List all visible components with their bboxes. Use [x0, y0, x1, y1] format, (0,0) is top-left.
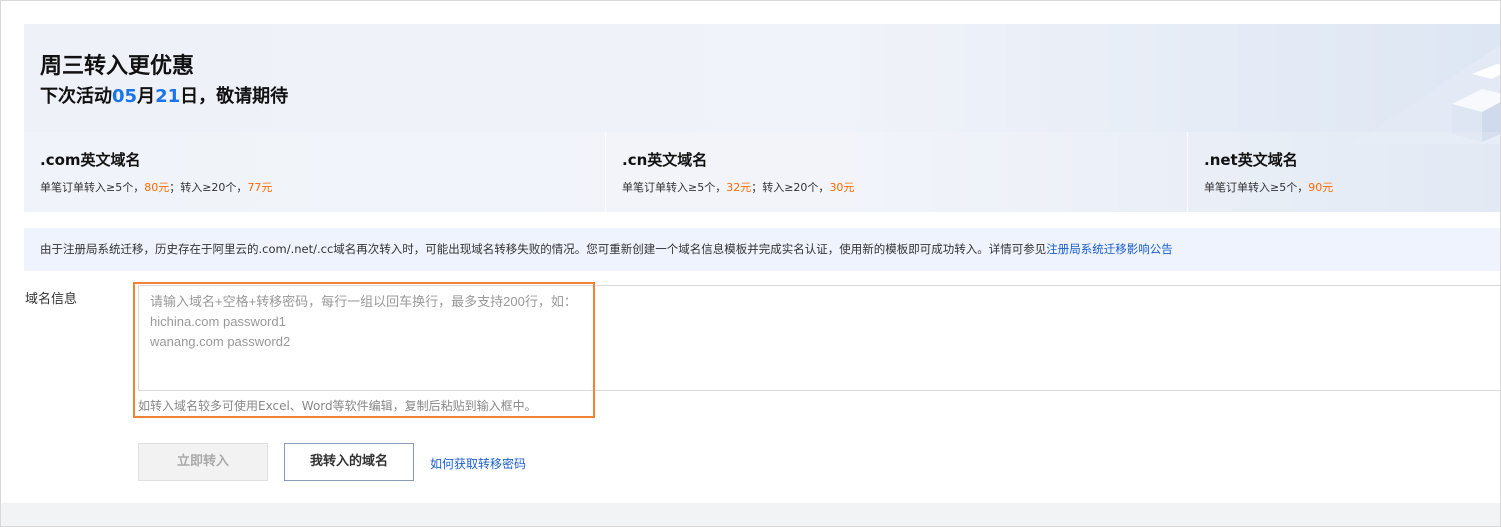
domain-info-textarea[interactable] — [139, 286, 1500, 390]
card-desc: 单笔订单转入≥5个，32元；转入≥20个，30元 — [622, 179, 854, 195]
bottom-strip — [1, 503, 1500, 526]
my-transfers-button[interactable]: 我转入的域名 — [284, 443, 414, 481]
price-card-net: .net英文域名 单笔订单转入≥5个，90元 — [1188, 132, 1500, 212]
card-desc-part: 单笔订单转入≥5个， — [622, 181, 727, 194]
domain-info-label: 域名信息 — [25, 292, 78, 307]
card-desc-part: ；转入≥20个， — [169, 181, 248, 194]
card-price: 32元 — [726, 181, 752, 194]
card-desc-part: 单笔订单转入≥5个， — [1204, 181, 1309, 194]
transfer-now-button[interactable]: 立即转入 — [138, 443, 268, 481]
card-desc: 单笔订单转入≥5个，90元 — [1204, 179, 1333, 195]
card-title: .net英文域名 — [1204, 151, 1298, 169]
card-price: 30元 — [829, 181, 855, 194]
card-price: 77元 — [247, 181, 273, 194]
price-card-com: .com英文域名 单笔订单转入≥5个，80元；转入≥20个，77元 — [24, 132, 606, 212]
banner-day: 21 — [155, 86, 181, 107]
banner-sub-suffix: 日，敬请期待 — [180, 86, 289, 107]
promo-banner: 周三转入更优惠 下次活动05月21日，敬请期待 .com英文域名 单笔订单转入≥… — [24, 24, 1500, 212]
banner-month-unit: 月 — [137, 86, 156, 107]
card-desc-part: ；转入≥20个， — [751, 181, 830, 194]
price-cards: .com英文域名 单笔订单转入≥5个，80元；转入≥20个，77元 .cn英文域… — [24, 132, 1500, 212]
banner-month: 05 — [112, 86, 138, 107]
banner-sub-prefix: 下次活动 — [40, 86, 112, 107]
input-hint: 如转入域名较多可使用Excel、Word等软件编辑，复制后粘贴到输入框中。 — [138, 399, 537, 413]
card-price: 80元 — [144, 181, 170, 194]
card-title: .com英文域名 — [40, 151, 141, 169]
card-desc-part: 单笔订单转入≥5个， — [40, 181, 145, 194]
get-transfer-code-link[interactable]: 如何获取转移密码 — [430, 455, 526, 472]
migration-notice: 由于注册局系统迁移，历史存在于阿里云的.com/.net/.cc域名再次转入时，… — [24, 228, 1500, 271]
price-card-cn: .cn英文域名 单笔订单转入≥5个，32元；转入≥20个，30元 — [606, 132, 1188, 212]
banner-subtitle: 下次活动05月21日，敬请期待 — [40, 82, 288, 108]
notice-link[interactable]: 注册局系统迁移影响公告 — [1046, 242, 1173, 256]
card-price: 90元 — [1308, 181, 1334, 194]
domain-info-field-wrapper — [138, 285, 1500, 391]
banner-title: 周三转入更优惠 — [40, 54, 195, 79]
card-desc: 单笔订单转入≥5个，80元；转入≥20个，77元 — [40, 179, 272, 195]
notice-text: 由于注册局系统迁移，历史存在于阿里云的.com/.net/.cc域名再次转入时，… — [40, 242, 1047, 256]
page-frame: 周三转入更优惠 下次活动05月21日，敬请期待 .com英文域名 单笔订单转入≥… — [0, 0, 1501, 527]
card-title: .cn英文域名 — [622, 151, 708, 169]
